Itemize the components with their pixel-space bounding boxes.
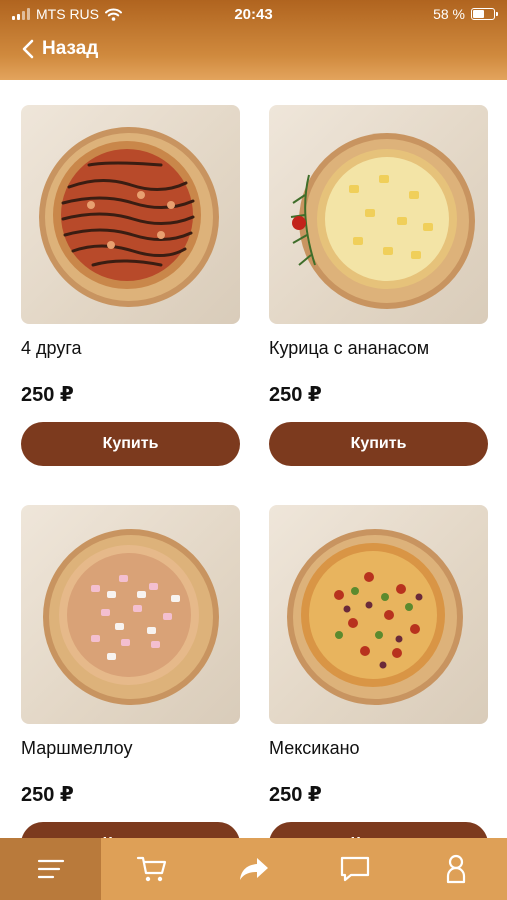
signal-icon	[12, 8, 30, 20]
buy-button[interactable]: Купить	[269, 822, 488, 838]
product-image[interactable]	[21, 105, 240, 324]
pizza-marshmallow-image	[43, 529, 219, 705]
product-price: 250 ₽	[21, 784, 74, 806]
pizza-mexicano-image	[287, 529, 463, 705]
chat-icon	[340, 856, 370, 882]
wifi-icon	[105, 8, 122, 21]
product-name[interactable]: 4 друга	[21, 338, 240, 362]
menu-icon	[37, 859, 64, 879]
product-image[interactable]	[269, 505, 488, 724]
battery-percent: 58 %	[433, 6, 465, 22]
back-label: Назад	[42, 38, 99, 59]
product-card[interactable]: Курица с ананасом 250 ₽ Купить	[269, 105, 488, 466]
product-price: 250 ₽	[21, 384, 74, 406]
product-card[interactable]: Мексикано 250 ₽ Купить	[269, 505, 488, 838]
product-card[interactable]: 4 друга 250 ₽ Купить	[21, 105, 240, 466]
product-card[interactable]: Маршмеллоу 250 ₽ Купить	[21, 505, 240, 838]
buy-button[interactable]: Купить	[21, 422, 240, 466]
cart-icon	[137, 856, 167, 882]
status-bar: MTS RUS 20:43 58 %	[0, 0, 507, 28]
battery-icon	[471, 8, 498, 20]
chevron-left-icon	[22, 39, 34, 59]
tab-menu[interactable]	[0, 838, 102, 900]
product-name[interactable]: Курица с ананасом	[269, 338, 488, 362]
carrier-label: MTS RUS	[36, 6, 99, 22]
buy-button[interactable]: Купить	[269, 422, 488, 466]
share-icon	[239, 858, 268, 880]
product-grid: 4 друга 250 ₽ Купить Курица с ананасом 2…	[0, 80, 507, 838]
buy-button[interactable]: Купить	[21, 822, 240, 838]
tab-profile[interactable]	[406, 838, 507, 900]
tab-chat[interactable]	[304, 838, 405, 900]
tab-bar	[0, 838, 507, 900]
product-name[interactable]: Мексикано	[269, 738, 488, 762]
top-bar: MTS RUS 20:43 58 % Назад	[0, 0, 507, 80]
product-price: 250 ₽	[269, 384, 322, 406]
pizza-4-druga-image	[39, 127, 219, 307]
product-name[interactable]: Маршмеллоу	[21, 738, 240, 762]
pizza-chicken-pineapple-image	[290, 133, 475, 309]
tab-cart[interactable]	[101, 838, 202, 900]
product-image[interactable]	[269, 105, 488, 324]
profile-icon	[447, 854, 466, 884]
tab-share[interactable]	[203, 838, 304, 900]
product-image[interactable]	[21, 505, 240, 724]
back-button[interactable]: Назад	[22, 38, 98, 60]
product-price: 250 ₽	[269, 784, 322, 806]
